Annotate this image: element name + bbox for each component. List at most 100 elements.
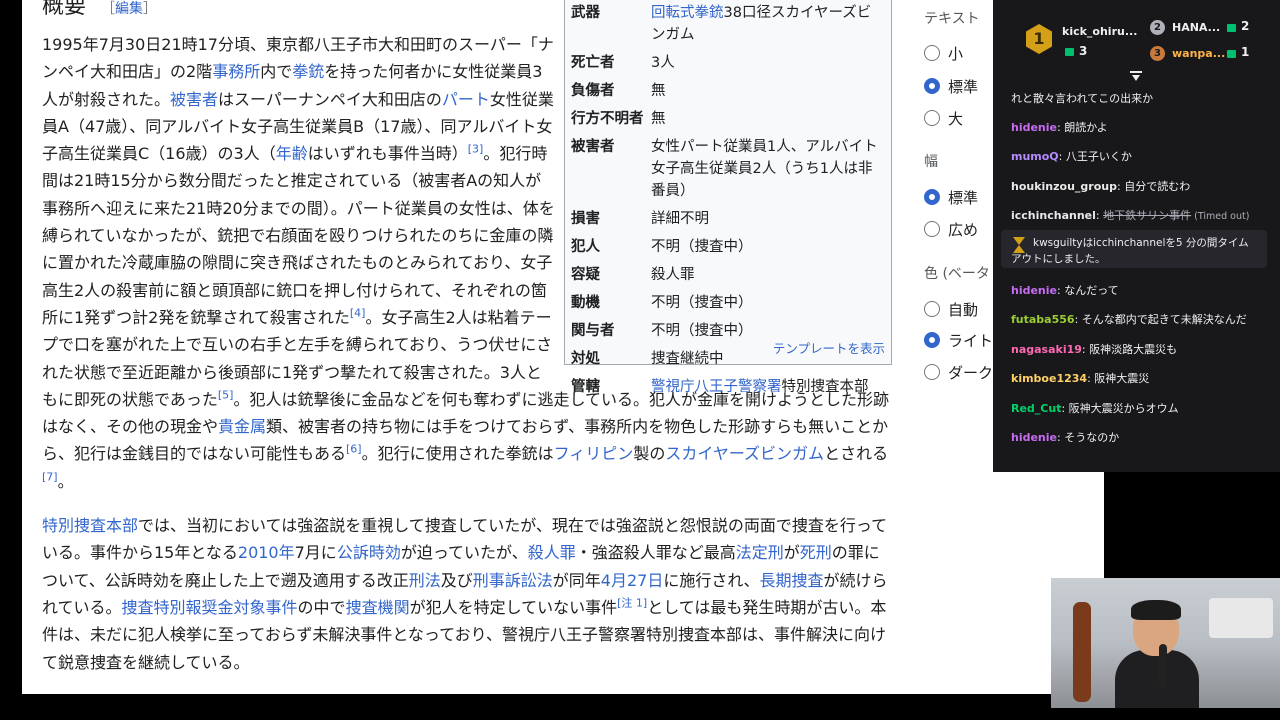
infobox-key: 容疑 <box>571 267 600 283</box>
wiki-link[interactable]: 死刑 <box>800 543 832 562</box>
infobox-key: 被害者 <box>571 139 615 155</box>
infobox-key: 動機 <box>571 295 600 311</box>
citation-link[interactable]: [7] <box>42 470 58 483</box>
wiki-link[interactable]: 公訴時効 <box>337 543 401 562</box>
text-run: が <box>783 543 800 563</box>
text-run: 女性パート従業員1人、アルバイト女子高生従業員2人（うち1人は非番員） <box>651 139 878 199</box>
color-auto-radio[interactable] <box>924 301 940 317</box>
wiki-link[interactable]: 年齢 <box>276 144 308 163</box>
guitar <box>1073 602 1091 702</box>
text-run: 無 <box>651 111 666 127</box>
text-run: 特別捜査本部 <box>781 379 869 395</box>
infobox-key: 関与者 <box>571 323 615 339</box>
text-size-small-radio[interactable] <box>924 45 940 61</box>
citation-link[interactable]: [注 1] <box>617 597 647 610</box>
text-size-small-label: 小 <box>948 45 964 63</box>
text-run: が犯人を特定していない事件 <box>409 597 618 617</box>
wiki-link[interactable]: 特別捜査本部 <box>42 516 138 535</box>
wiki-link[interactable]: 事務所 <box>212 62 260 81</box>
color-auto-label: 自動 <box>948 301 979 319</box>
chat-username[interactable]: kimboe1234 <box>1011 372 1087 385</box>
infobox-key: 負傷者 <box>571 83 615 99</box>
text-run: 製の <box>633 444 666 464</box>
chat-text: 朗読かよ <box>1064 121 1108 134</box>
wiki-link[interactable]: 4月27日 <box>601 571 664 590</box>
chat-message: れと散々言われてこの出来か <box>1011 90 1153 106</box>
leaderboard-user-3[interactable]: wanpa... <box>1172 47 1225 60</box>
citation-link[interactable]: [6] <box>346 443 362 456</box>
text-size-large-label: 大 <box>948 110 964 128</box>
wiki-link[interactable]: スカイヤーズビンガム <box>665 444 824 463</box>
text-size-standard-label: 標準 <box>948 78 979 96</box>
text-size-standard-radio[interactable] <box>924 78 940 94</box>
wiki-link[interactable]: 警視庁八王子警察署 <box>651 379 782 395</box>
citation-link[interactable]: [4] <box>350 307 366 320</box>
collapse-icon[interactable] <box>1129 70 1143 82</box>
color-dark-radio[interactable] <box>924 364 940 380</box>
color-light-radio[interactable] <box>924 332 940 348</box>
chat-username[interactable]: mumoQ <box>1011 150 1059 163</box>
chat-text: 八王子いくか <box>1065 150 1132 163</box>
leaderboard-user-2[interactable]: HANA... <box>1172 21 1220 34</box>
chat-username[interactable]: hidenie <box>1011 284 1057 297</box>
wiki-link[interactable]: 捜査機関 <box>346 598 410 617</box>
rank-2-medal: 2 <box>1150 20 1165 35</box>
chat-leaderboard: 1 kick_ohiru... 3 2 HANA... 2 3 wanpa...… <box>993 0 1280 90</box>
gem-icon <box>1227 50 1236 58</box>
chat-message: hidenie: 朗読かよ <box>1011 119 1108 135</box>
text-size-large-radio[interactable] <box>924 110 940 126</box>
infobox-row: 行方不明者無 <box>571 105 885 133</box>
show-template-link[interactable]: テンプレートを表示 <box>773 338 885 360</box>
chat-separator: : <box>1058 150 1066 163</box>
infobox-value: 警視庁八王子警察署特別捜査本部 <box>651 376 885 398</box>
edit-section[interactable]: ［編集］ <box>101 1 157 17</box>
wiki-link[interactable]: パート <box>442 90 490 109</box>
infobox-value: 無 <box>651 108 885 130</box>
edit-link[interactable]: 編集 <box>115 1 143 17</box>
timeout-notice: kwsguiltyはicchinchannelを5 分の間タイム アウトにしまし… <box>1001 230 1267 268</box>
wiki-link[interactable]: 貴金属 <box>218 417 266 436</box>
citation-link[interactable]: [5] <box>218 389 234 402</box>
wiki-link[interactable]: 刑事訴訟法 <box>473 571 553 590</box>
gem-icon <box>1065 48 1074 56</box>
wiki-link[interactable]: 捜査特別報奨金対象事件 <box>122 598 298 617</box>
text-run: 。犯行時間は21時15分から数分間だったと推定されている（被害者Aの知人が事務所… <box>42 144 555 327</box>
chat-username[interactable]: houkinzou_group <box>1011 180 1117 193</box>
color-dark-label: ダーク <box>948 364 993 382</box>
infobox-row: 武器 回転式拳銃38口径スカイヤーズビンガム <box>571 0 885 49</box>
width-wide-radio[interactable] <box>924 221 940 237</box>
leaderboard-user-1[interactable]: kick_ohiru... <box>1062 25 1137 38</box>
infobox-value: 無 <box>651 80 885 102</box>
infobox-row: 容疑 殺人罪 <box>571 261 885 289</box>
infobox-value: 3人 <box>651 52 885 74</box>
streamer-body <box>1115 650 1199 708</box>
wiki-link[interactable]: 2010年 <box>238 543 295 562</box>
wiki-link[interactable]: 法定刑 <box>736 543 784 562</box>
chat-timeout-note: (Timed out) <box>1191 211 1250 222</box>
chat-username[interactable]: hidenie <box>1011 431 1057 444</box>
chat-separator: : <box>1074 313 1082 326</box>
chat-username[interactable]: Red_Cut <box>1011 402 1061 415</box>
wiki-link[interactable]: 被害者 <box>170 90 218 109</box>
chat-username[interactable]: icchinchannel <box>1011 209 1096 222</box>
citation-link[interactable]: [3] <box>468 143 484 156</box>
chat-username[interactable]: hidenie <box>1011 121 1057 134</box>
infobox-key: 損害 <box>571 211 600 227</box>
color-label: 色 (ベータ <box>924 266 990 282</box>
wiki-link[interactable]: 殺人罪 <box>528 543 576 562</box>
infobox-key: 管轄 <box>571 379 600 395</box>
wiki-link[interactable]: 拳銃 <box>292 62 324 81</box>
text-size-label: テキスト <box>924 11 980 27</box>
webcam-overlay <box>1051 578 1280 708</box>
text-run: 。犯行に使用された拳銃は <box>361 444 554 464</box>
infobox-row: 被害者 女性パート従業員1人、アルバイト女子高生従業員2人（うち1人は非番員） <box>571 133 885 205</box>
text-run: 不明（捜査中） <box>651 323 753 339</box>
infobox-value: 不明（捜査中） <box>651 292 885 314</box>
wiki-link[interactable]: 刑法 <box>409 571 441 590</box>
width-standard-radio[interactable] <box>924 189 940 205</box>
chat-username[interactable]: futaba556 <box>1011 313 1075 326</box>
wiki-link[interactable]: 長期捜査 <box>760 571 824 590</box>
wiki-link[interactable]: 回転式拳銃 <box>651 5 724 21</box>
wiki-link[interactable]: フィリピン <box>554 444 634 463</box>
chat-username[interactable]: nagasaki19 <box>1011 343 1082 356</box>
